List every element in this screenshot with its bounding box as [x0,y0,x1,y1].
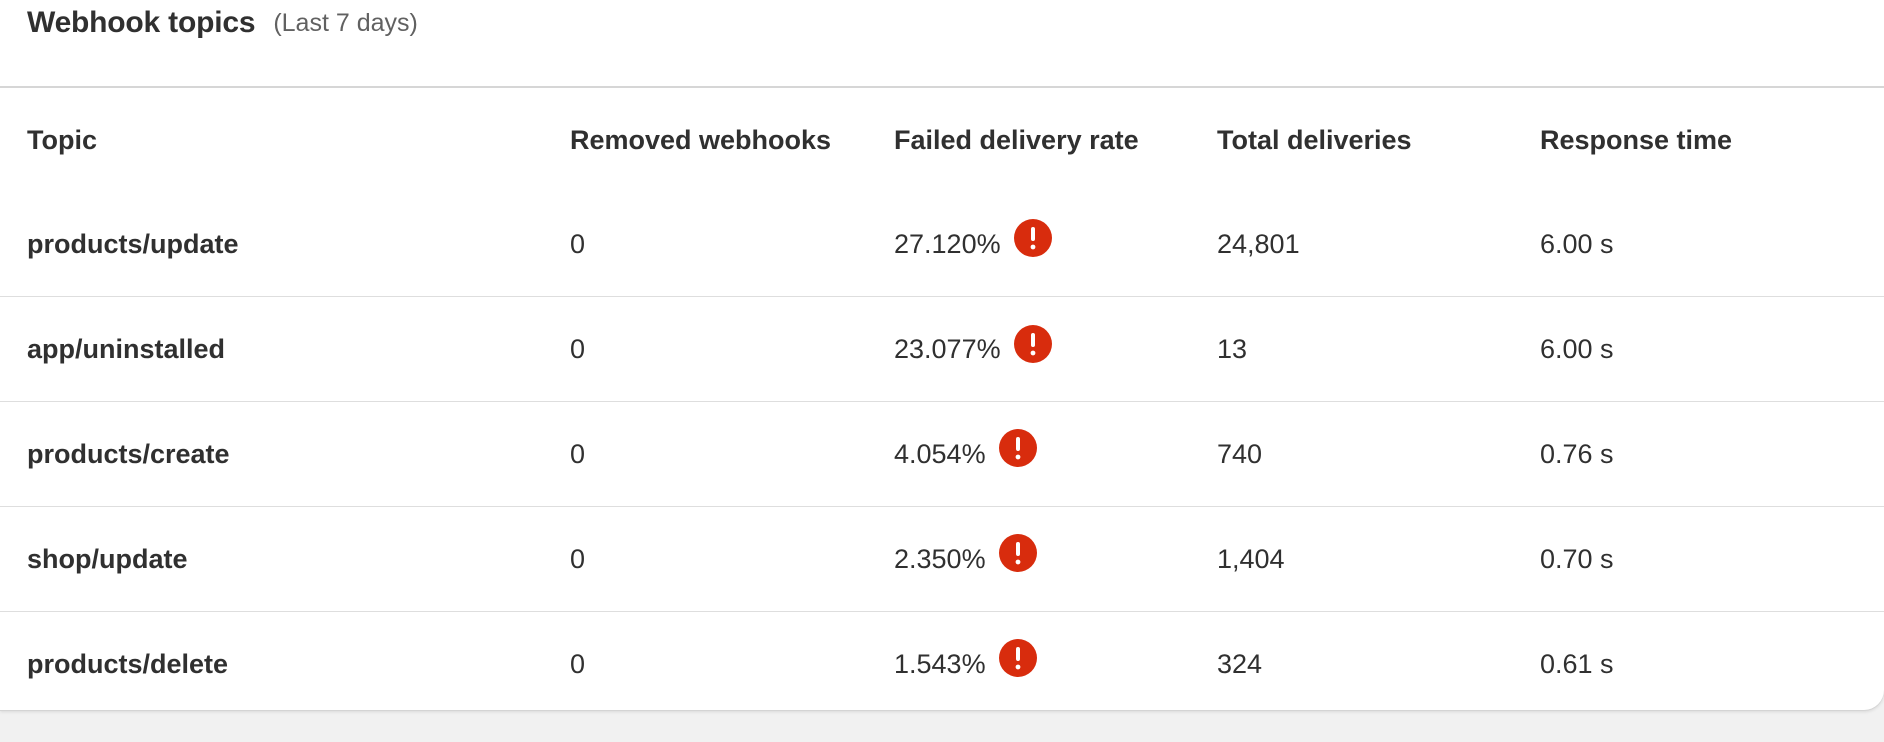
column-header-topic[interactable]: Topic [27,88,97,192]
removed-webhooks-cell: 0 [570,438,586,469]
response-time-cell: 0.76 s [1540,438,1614,469]
total-deliveries-cell: 324 [1217,648,1263,679]
failed-delivery-rate-value: 4.054% [894,438,986,469]
table-row[interactable]: shop/update 0 2.350% 1,404 0.70 s [0,507,1884,612]
card-header: Webhook topics (Last 7 days) [27,0,418,46]
topic-cell[interactable]: app/uninstalled [27,297,225,401]
exclamation-circle-icon[interactable] [998,638,1038,678]
failed-delivery-rate-value: 1.543% [894,648,986,679]
failed-delivery-rate-cell: 23.077% [894,297,1053,401]
webhook-topics-table: Topic Removed webhooks Failed delivery r… [0,88,1884,710]
exclamation-circle-icon[interactable] [1013,218,1053,258]
total-deliveries-cell: 24,801 [1217,228,1300,259]
webhook-topics-card: Webhook topics (Last 7 days) Topic Remov… [0,0,1884,710]
column-header-total-deliveries[interactable]: Total deliveries [1217,88,1412,192]
response-time-cell: 0.70 s [1540,543,1614,574]
failed-delivery-rate-value: 27.120% [894,228,1001,259]
table-header-row: Topic Removed webhooks Failed delivery r… [0,88,1884,192]
removed-webhooks-cell: 0 [570,648,586,679]
exclamation-circle-icon[interactable] [998,533,1038,573]
column-header-removed-webhooks[interactable]: Removed webhooks [570,88,831,192]
table-row[interactable]: products/delete 0 1.543% 324 0.61 s [0,612,1884,710]
total-deliveries-cell: 13 [1217,333,1248,364]
topic-cell[interactable]: products/update [27,192,239,296]
response-time-cell: 0.61 s [1540,648,1614,679]
removed-webhooks-cell: 0 [570,333,586,364]
topic-cell[interactable]: products/create [27,402,230,506]
response-time-cell: 6.00 s [1540,333,1614,364]
failed-delivery-rate-cell: 27.120% [894,192,1053,296]
removed-webhooks-cell: 0 [570,543,586,574]
table-body: products/update 0 27.120% 24,801 6.00 s … [0,192,1884,710]
failed-delivery-rate-cell: 2.350% [894,507,1038,611]
topic-cell[interactable]: products/delete [27,612,228,710]
table-row[interactable]: products/update 0 27.120% 24,801 6.00 s [0,192,1884,297]
failed-delivery-rate-cell: 4.054% [894,402,1038,506]
card-title: Webhook topics [27,6,256,39]
total-deliveries-cell: 1,404 [1217,543,1285,574]
column-header-failed-delivery-rate[interactable]: Failed delivery rate [894,88,1139,192]
failed-delivery-rate-value: 2.350% [894,543,986,574]
total-deliveries-cell: 740 [1217,438,1263,469]
column-header-response-time[interactable]: Response time [1540,88,1732,192]
response-time-cell: 6.00 s [1540,228,1614,259]
failed-delivery-rate-cell: 1.543% [894,612,1038,710]
removed-webhooks-cell: 0 [570,228,586,259]
topic-cell[interactable]: shop/update [27,507,188,611]
table-row[interactable]: app/uninstalled 0 23.077% 13 6.00 s [0,297,1884,402]
exclamation-circle-icon[interactable] [998,428,1038,468]
table-row[interactable]: products/create 0 4.054% 740 0.76 s [0,402,1884,507]
card-subtitle: (Last 7 days) [273,8,418,37]
failed-delivery-rate-value: 23.077% [894,333,1001,364]
exclamation-circle-icon[interactable] [1013,324,1053,364]
